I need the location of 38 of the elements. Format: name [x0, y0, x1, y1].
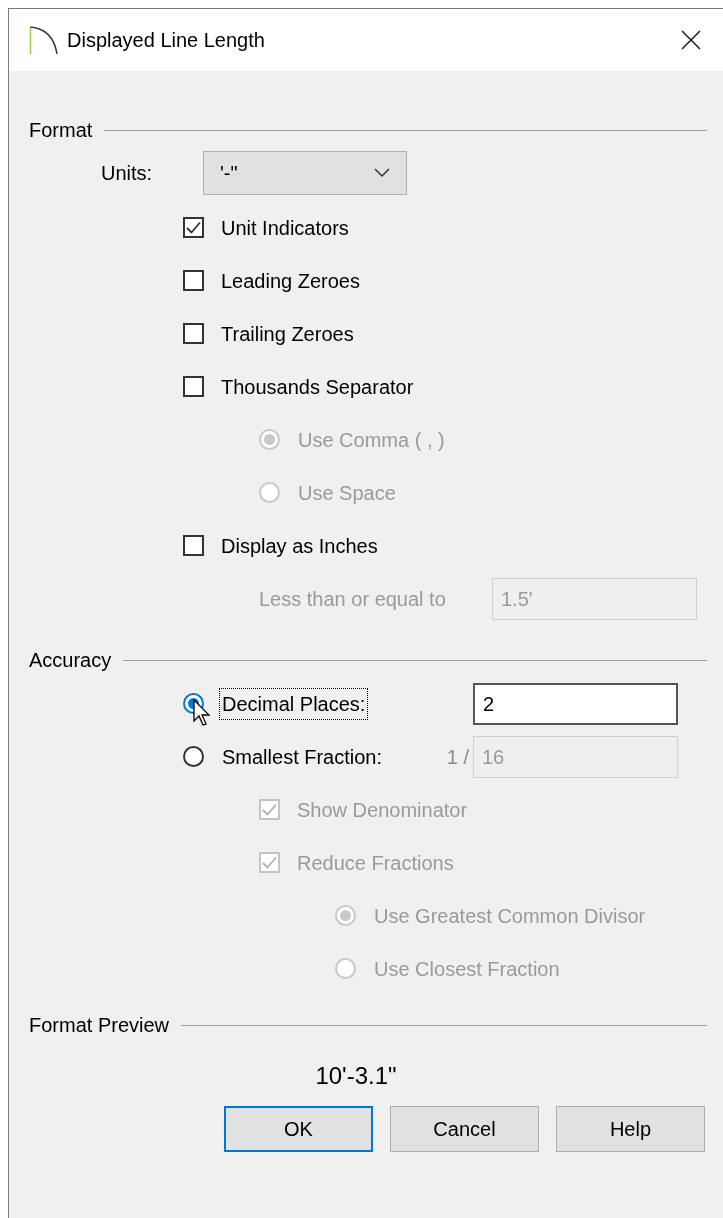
radio-label: Use Comma ( , )	[297, 427, 446, 453]
arc-icon	[29, 24, 59, 56]
units-label: Units:	[101, 161, 154, 186]
checkbox-label: Show Denominator	[297, 797, 468, 823]
units-dropdown[interactable]: '-"	[203, 151, 407, 195]
fraction-prefix: 1 /	[446, 745, 470, 768]
radio-label: Use Space	[297, 480, 397, 506]
dialog-button[interactable]: OK	[224, 1106, 373, 1152]
number-field[interactable]: 2	[473, 682, 678, 725]
checkbox[interactable]	[183, 217, 204, 238]
check-icon	[262, 803, 277, 816]
radio-button[interactable]	[183, 746, 204, 767]
chevron-down-icon	[374, 168, 390, 178]
checkbox[interactable]	[183, 376, 204, 397]
checkbox-label: Thousands Separator	[221, 374, 414, 400]
field-label: Less than or equal to	[259, 586, 447, 612]
checkbox-label: Unit Indicators	[221, 215, 349, 241]
window-title: Displayed Line Length	[67, 28, 265, 53]
checkbox-label: Display as Inches	[221, 533, 378, 559]
close-icon	[681, 30, 701, 50]
checkbox[interactable]	[183, 535, 204, 556]
radio-label: Decimal Places:	[220, 688, 368, 719]
checkbox-label: Leading Zeroes	[221, 268, 360, 294]
dialog-button[interactable]: Help	[556, 1106, 705, 1152]
preview-value: 10'-3.1"	[315, 1061, 397, 1091]
checkbox[interactable]	[183, 323, 204, 344]
checkbox-label: Reduce Fractions	[297, 850, 454, 876]
radio-label: Use Greatest Common Divisor	[373, 903, 647, 929]
radio-label: Use Closest Fraction	[373, 956, 561, 982]
dialog-button[interactable]: Cancel	[390, 1106, 539, 1152]
section-heading: Accuracy	[29, 648, 112, 673]
check-icon	[262, 856, 277, 869]
radio-label: Smallest Fraction:	[221, 744, 384, 770]
section-heading: Format Preview	[29, 1013, 170, 1038]
checkbox[interactable]	[183, 270, 204, 291]
check-icon	[186, 221, 201, 234]
checkbox-label: Trailing Zeroes	[221, 321, 354, 347]
section-heading: Format	[29, 118, 93, 143]
